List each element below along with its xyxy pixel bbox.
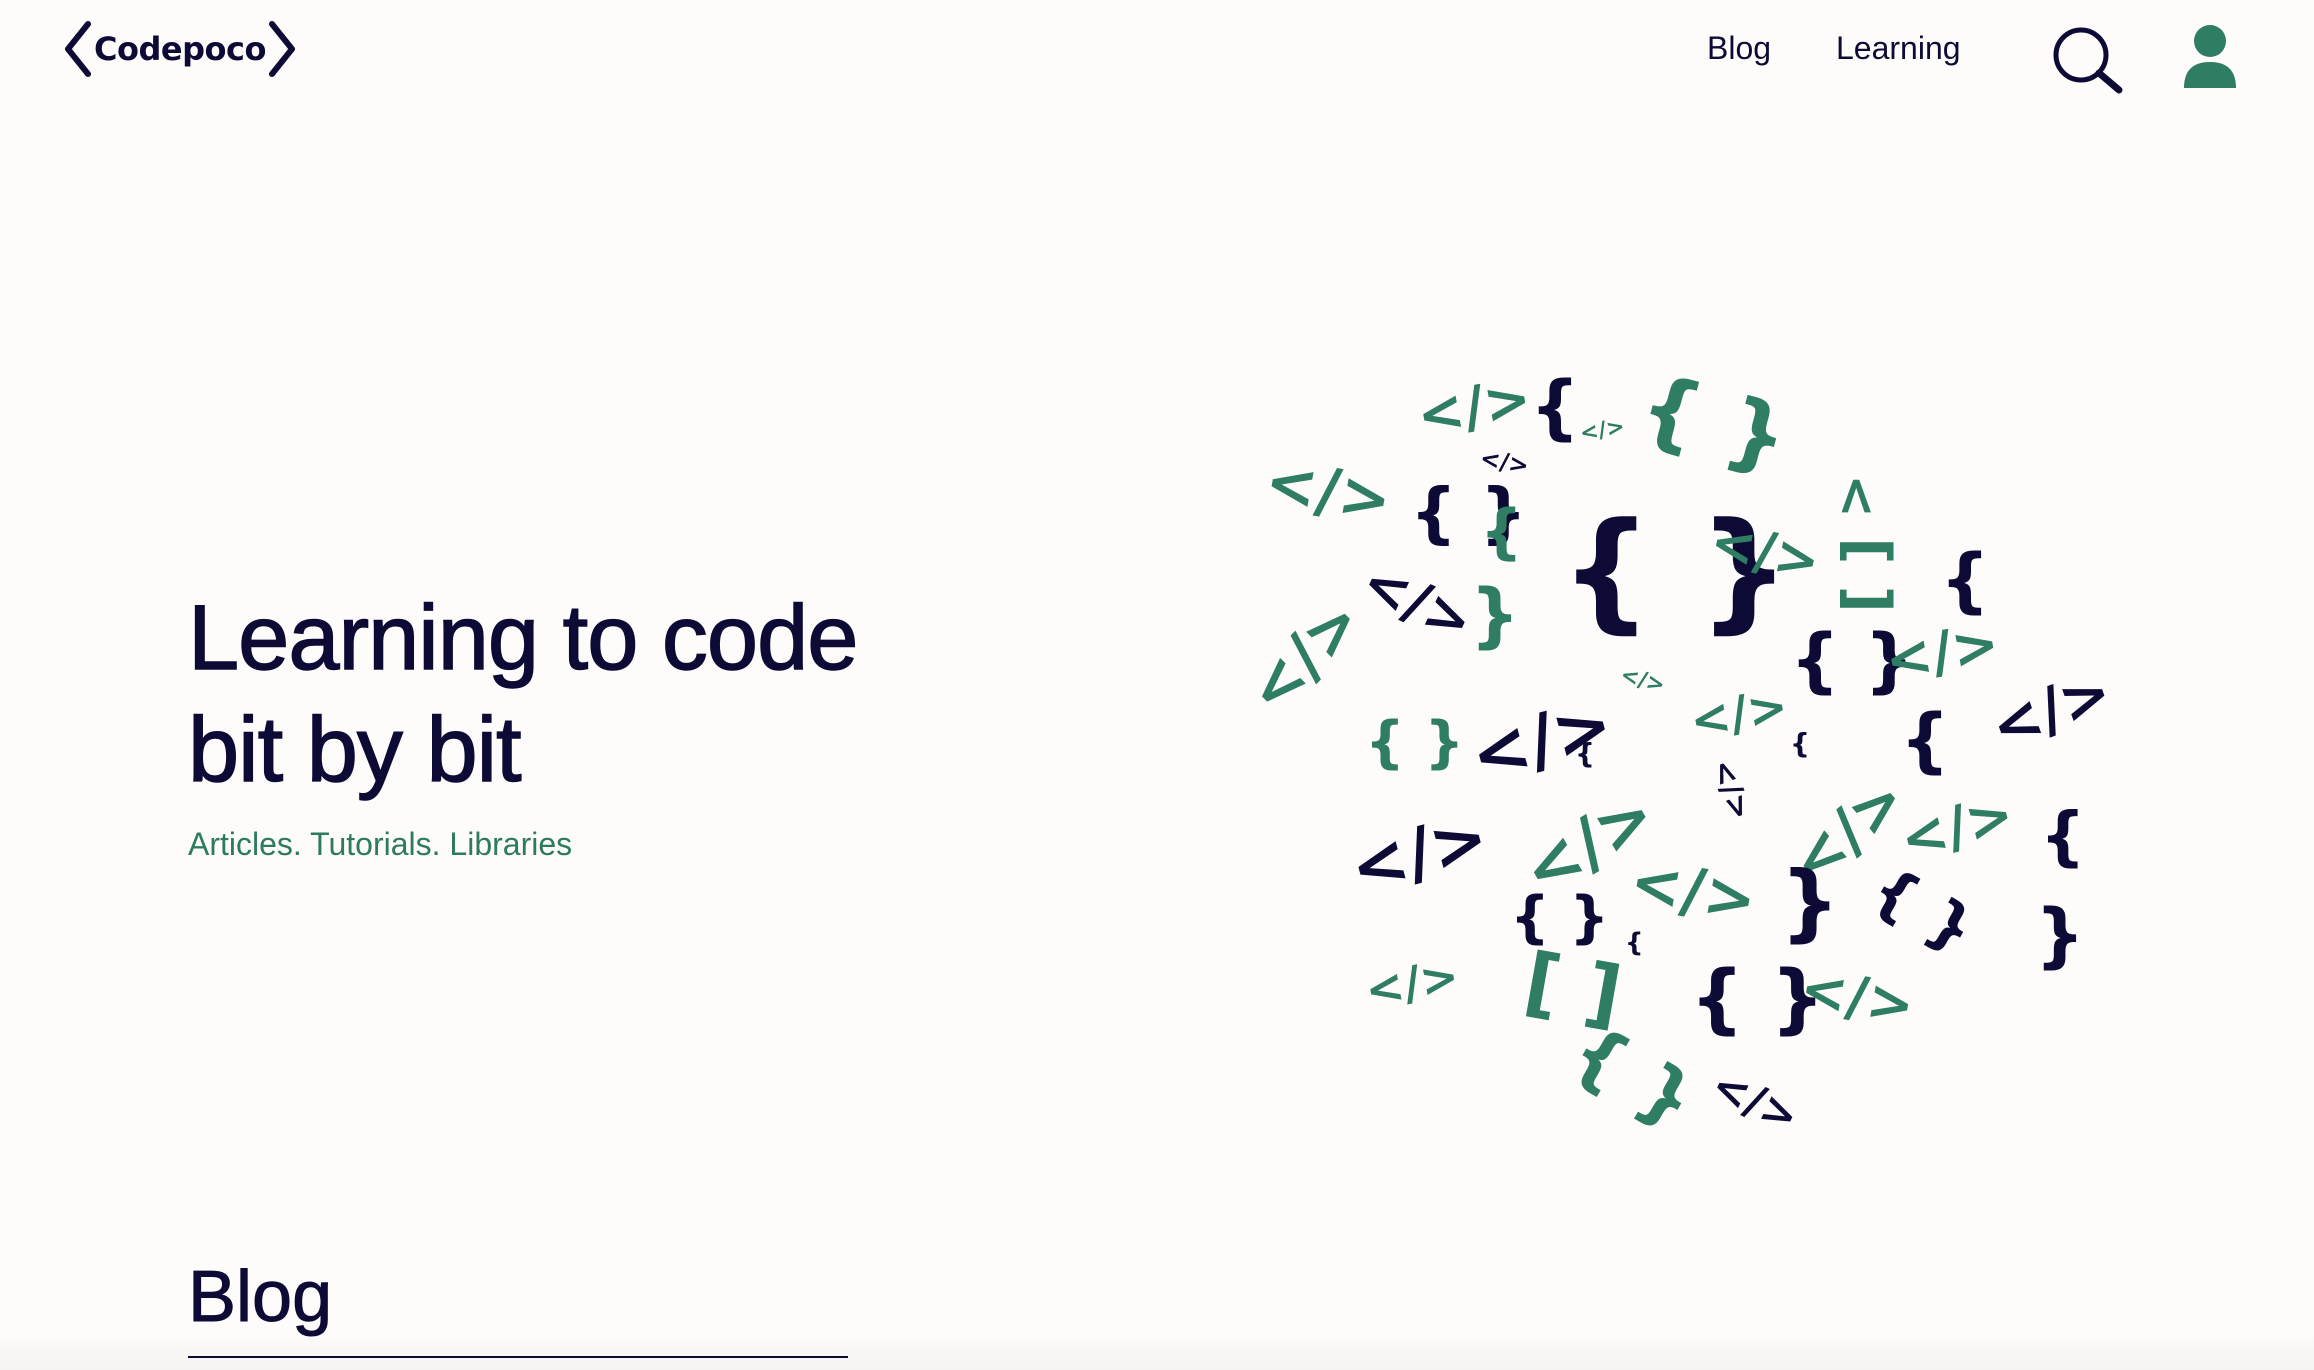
code-glyph: </> (1703, 1059, 1807, 1144)
code-glyph: </> (1578, 414, 1627, 447)
code-glyph: } (1470, 574, 1520, 656)
code-glyph: < (1826, 474, 1887, 518)
user-account-button[interactable] (2180, 24, 2240, 94)
search-button[interactable] (2050, 24, 2124, 98)
code-glyph: { } (1365, 710, 1465, 775)
code-glyph: </> (1981, 656, 2121, 764)
code-glyph: </> (1624, 843, 1763, 938)
code-glyph: { } (1510, 885, 1610, 950)
code-glyph: </> (1342, 797, 1497, 910)
code-glyph: </> (1685, 677, 1793, 751)
code-glyph: </> (1361, 948, 1463, 1018)
chevron-left-icon (65, 21, 91, 77)
code-glyph: { (1940, 539, 1990, 621)
site-header: Codepoco Blog Learning (0, 0, 2314, 120)
code-glyph: } (1780, 853, 1840, 951)
code-glyph: { (1575, 737, 1595, 770)
code-glyph: [ ] (1832, 537, 1903, 613)
code-symbols-illustration: </>{</>{ } </> </>{ }{{ } < </>[ ]{</>} </>{ … (1230, 355, 2130, 1160)
logo-link[interactable]: Codepoco (62, 18, 298, 80)
code-glyph: { (1480, 497, 1523, 567)
code-glyph: { (1790, 727, 1810, 760)
hero-title: Learning to code bit by bit (187, 582, 988, 806)
hero-subtitle: Articles. Tutorials. Libraries (188, 826, 573, 862)
hero-title-line-1: Learning to code (187, 586, 859, 689)
code-glyph: </> (1412, 365, 1536, 450)
chevron-right-icon (268, 21, 295, 77)
code-glyph: </> (1704, 755, 1759, 825)
code-glyph: </> (1880, 610, 2004, 695)
code-glyph: </> (1893, 781, 2021, 874)
blog-section-heading: Blog (187, 1257, 333, 1338)
code-glyph: { (2040, 800, 2086, 874)
code-glyph: { (1530, 366, 1580, 448)
code-glyph: } (2035, 894, 2085, 976)
code-glyph: { } (1629, 355, 1800, 489)
logo-text: Codepoco (94, 30, 266, 68)
hero-title-line-2: bit by bit (187, 698, 522, 801)
nav-learning-link[interactable]: Learning (1836, 30, 1961, 67)
bottom-fade (0, 1330, 2314, 1370)
nav-blog-link[interactable]: Blog (1707, 30, 1771, 67)
search-icon (2053, 27, 2123, 94)
code-glyph: </> (1617, 662, 1668, 699)
code-glyph: { } (1859, 853, 1987, 967)
code-glyph: </> (1259, 443, 1398, 538)
user-icon (2184, 25, 2236, 88)
code-glyph: { (1900, 699, 1950, 781)
hero-section: Learning to code bit by bit Articles. Tu… (187, 582, 988, 863)
code-glyph: </> (1461, 681, 1622, 799)
